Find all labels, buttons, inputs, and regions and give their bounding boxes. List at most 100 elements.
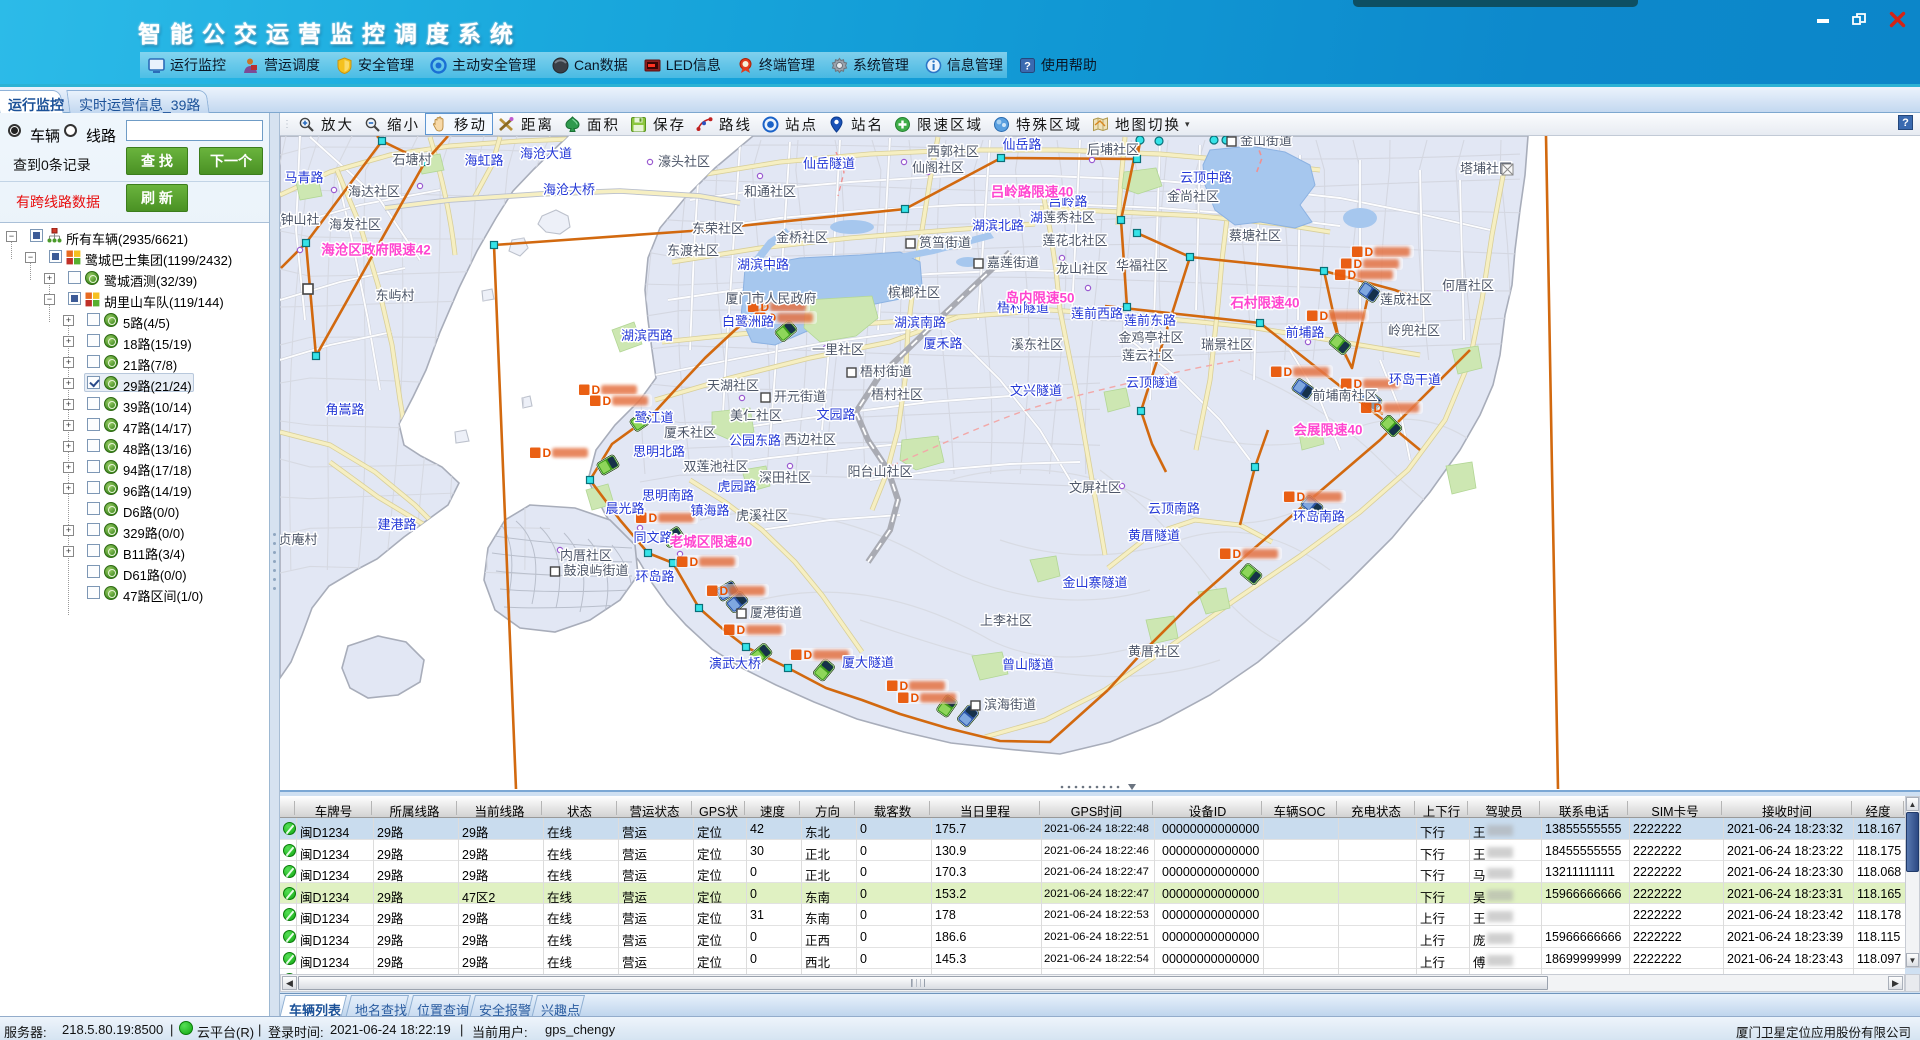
svg-text:镇海路: 镇海路 bbox=[690, 503, 729, 518]
svg-text:仙岳路: 仙岳路 bbox=[1002, 137, 1041, 152]
svg-text:D: D bbox=[900, 679, 909, 693]
svg-text:鹭江道: 鹭江道 bbox=[634, 410, 673, 425]
svg-text:槟榔社区: 槟榔社区 bbox=[888, 285, 940, 300]
svg-text:文屏社区: 文屏社区 bbox=[1069, 480, 1121, 495]
svg-text:鼓浪屿街道: 鼓浪屿街道 bbox=[563, 563, 628, 578]
svg-text:厦大隧道: 厦大隧道 bbox=[842, 655, 894, 670]
svg-text:何厝社区: 何厝社区 bbox=[1442, 278, 1494, 293]
svg-text:嘉莲街道: 嘉莲街道 bbox=[987, 255, 1039, 270]
svg-text:D: D bbox=[690, 555, 699, 569]
svg-text:环岛南路: 环岛南路 bbox=[1293, 509, 1345, 524]
svg-text:濠头社区: 濠头社区 bbox=[658, 154, 710, 169]
svg-text:厦港街道: 厦港街道 bbox=[750, 605, 802, 620]
svg-text:吕岭路限速40: 吕岭路限速40 bbox=[991, 184, 1074, 200]
svg-text:思明南路: 思明南路 bbox=[642, 488, 694, 503]
svg-text:仙岳隧道: 仙岳隧道 bbox=[803, 156, 855, 171]
svg-text:岭兜社区: 岭兜社区 bbox=[1388, 323, 1440, 338]
svg-text:仙阁社区: 仙阁社区 bbox=[912, 160, 964, 175]
svg-text:角嵩路: 角嵩路 bbox=[325, 402, 364, 417]
svg-text:D: D bbox=[804, 648, 813, 662]
svg-text:金尚社区: 金尚社区 bbox=[1167, 189, 1219, 204]
svg-text:开元街道: 开元街道 bbox=[774, 389, 826, 404]
svg-text:海沧大桥: 海沧大桥 bbox=[543, 182, 595, 197]
svg-text:溪东社区: 溪东社区 bbox=[1011, 337, 1063, 352]
svg-text:D: D bbox=[737, 623, 746, 637]
svg-text:深田社区: 深田社区 bbox=[759, 470, 811, 485]
svg-text:莲成社区: 莲成社区 bbox=[1380, 292, 1432, 307]
svg-text:莲前西路: 莲前西路 bbox=[1071, 306, 1123, 321]
svg-text:莲秀社区: 莲秀社区 bbox=[1043, 210, 1095, 225]
svg-text:东屿村: 东屿村 bbox=[375, 288, 414, 303]
svg-text:老城区限速40: 老城区限速40 bbox=[670, 534, 753, 550]
svg-text:黄厝隧道: 黄厝隧道 bbox=[1128, 528, 1180, 543]
svg-text:会展限速40: 会展限速40 bbox=[1293, 422, 1362, 438]
svg-text:金鸡亭社区: 金鸡亭社区 bbox=[1118, 330, 1183, 345]
svg-text:厦门市人民政府: 厦门市人民政府 bbox=[725, 291, 816, 306]
svg-text:公园东路: 公园东路 bbox=[729, 433, 781, 448]
svg-text:环岛干道: 环岛干道 bbox=[1389, 372, 1441, 387]
svg-text:莲云社区: 莲云社区 bbox=[1122, 348, 1174, 363]
svg-text:文兴隧道: 文兴隧道 bbox=[1010, 383, 1062, 398]
svg-text:D: D bbox=[543, 446, 552, 460]
svg-text:厦禾路: 厦禾路 bbox=[923, 336, 962, 351]
svg-text:海沧区政府限速42: 海沧区政府限速42 bbox=[321, 242, 431, 258]
svg-text:海虹路: 海虹路 bbox=[464, 153, 503, 168]
svg-text:D: D bbox=[720, 584, 729, 598]
svg-text:湖滨中路: 湖滨中路 bbox=[737, 257, 789, 272]
svg-text:湖滨北路: 湖滨北路 bbox=[972, 218, 1024, 233]
svg-text:D: D bbox=[911, 691, 920, 705]
svg-text:天湖社区: 天湖社区 bbox=[707, 378, 759, 393]
svg-text:梧村街道: 梧村街道 bbox=[860, 364, 912, 379]
svg-text:西边社区: 西边社区 bbox=[784, 432, 836, 447]
svg-text:莲花北社区: 莲花北社区 bbox=[1042, 233, 1107, 248]
svg-text:思明北路: 思明北路 bbox=[633, 444, 685, 459]
svg-text:一里社区: 一里社区 bbox=[812, 342, 864, 357]
svg-text:金山街道: 金山街道 bbox=[1240, 136, 1292, 148]
svg-text:前埔路: 前埔路 bbox=[1285, 325, 1324, 340]
svg-text:D: D bbox=[1284, 365, 1293, 379]
svg-text:东渡社区: 东渡社区 bbox=[667, 243, 719, 258]
svg-text:D: D bbox=[1233, 547, 1242, 561]
svg-text:同文路: 同文路 bbox=[633, 530, 672, 545]
svg-text:D: D bbox=[1365, 245, 1374, 259]
svg-text:云顶隧道: 云顶隧道 bbox=[1126, 375, 1178, 390]
svg-text:钟山社: 钟山社 bbox=[280, 212, 319, 227]
svg-text:D: D bbox=[603, 394, 612, 408]
svg-text:D: D bbox=[1297, 490, 1306, 504]
svg-text:晨光路: 晨光路 bbox=[605, 501, 644, 516]
svg-text:D: D bbox=[1320, 309, 1329, 323]
svg-text:龙山社区: 龙山社区 bbox=[1056, 261, 1108, 276]
svg-text:云顶南路: 云顶南路 bbox=[1148, 501, 1200, 516]
svg-text:华福社区: 华福社区 bbox=[1116, 258, 1168, 273]
svg-text:梧村社区: 梧村社区 bbox=[871, 387, 923, 402]
svg-text:海发社区: 海发社区 bbox=[329, 217, 381, 232]
svg-text:海达社区: 海达社区 bbox=[348, 184, 400, 199]
svg-text:东荣社区: 东荣社区 bbox=[692, 221, 744, 236]
svg-text:后埔社区: 后埔社区 bbox=[1087, 142, 1139, 157]
svg-text:云顶中路: 云顶中路 bbox=[1180, 170, 1232, 185]
svg-text:厦禾社区: 厦禾社区 bbox=[664, 425, 716, 440]
svg-text:D: D bbox=[649, 511, 658, 525]
svg-text:莲前东路: 莲前东路 bbox=[1124, 313, 1176, 328]
svg-text:曾山隧道: 曾山隧道 bbox=[1002, 657, 1054, 672]
svg-text:阳台山社区: 阳台山社区 bbox=[847, 464, 912, 479]
svg-text:滨海街道: 滨海街道 bbox=[984, 697, 1036, 712]
svg-text:岛内限速50: 岛内限速50 bbox=[1005, 290, 1074, 306]
svg-text:西郭社区: 西郭社区 bbox=[927, 144, 979, 159]
svg-text:湖滨西路: 湖滨西路 bbox=[621, 328, 673, 343]
svg-text:瑞景社区: 瑞景社区 bbox=[1201, 337, 1253, 352]
svg-text:建港路: 建港路 bbox=[377, 517, 416, 532]
svg-text:美仁社区: 美仁社区 bbox=[730, 408, 782, 423]
svg-text:文园路: 文园路 bbox=[816, 407, 855, 422]
svg-text:和通社区: 和通社区 bbox=[744, 184, 796, 199]
svg-text:内厝社区: 内厝社区 bbox=[560, 548, 612, 563]
svg-text:金桥社区: 金桥社区 bbox=[776, 230, 828, 245]
svg-text:马青路: 马青路 bbox=[284, 170, 323, 185]
svg-text:演武大桥: 演武大桥 bbox=[709, 656, 761, 671]
svg-text:双莲池社区: 双莲池社区 bbox=[683, 459, 748, 474]
svg-text:D: D bbox=[1374, 401, 1383, 415]
svg-text:虎溪社区: 虎溪社区 bbox=[736, 508, 788, 523]
svg-text:金山寨隧道: 金山寨隧道 bbox=[1062, 575, 1127, 590]
svg-text:D: D bbox=[1348, 268, 1357, 282]
svg-text:石村限速40: 石村限速40 bbox=[1229, 295, 1299, 311]
